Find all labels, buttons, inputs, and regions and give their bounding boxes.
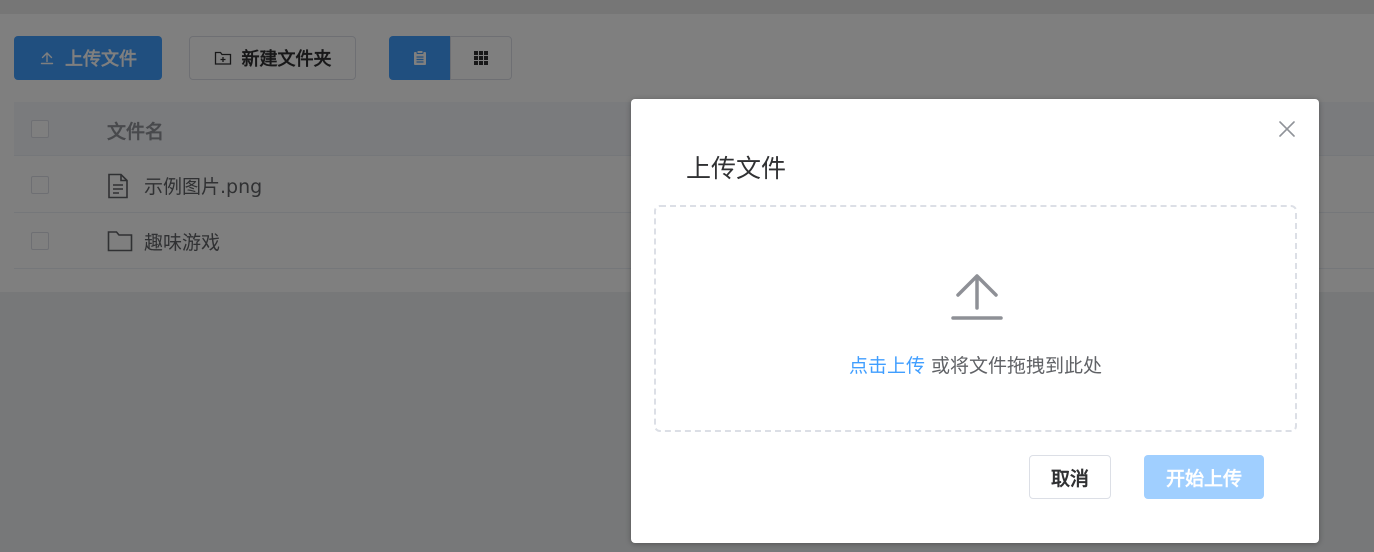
click-upload-link[interactable]: 点击上传 bbox=[849, 355, 925, 377]
cancel-button[interactable]: 取消 bbox=[1029, 455, 1111, 499]
upload-dialog: 上传文件 点击上传 或将文件拖拽到此处 取消 开始上传 bbox=[631, 99, 1319, 543]
drag-hint-text: 或将文件拖拽到此处 bbox=[931, 355, 1103, 377]
dropzone-text: 点击上传 或将文件拖拽到此处 bbox=[656, 351, 1295, 378]
upload-dropzone[interactable]: 点击上传 或将文件拖拽到此处 bbox=[654, 205, 1297, 432]
start-upload-button[interactable]: 开始上传 bbox=[1144, 455, 1264, 499]
upload-icon bbox=[951, 274, 1003, 320]
dialog-title: 上传文件 bbox=[686, 154, 787, 183]
close-icon[interactable] bbox=[1276, 118, 1298, 140]
